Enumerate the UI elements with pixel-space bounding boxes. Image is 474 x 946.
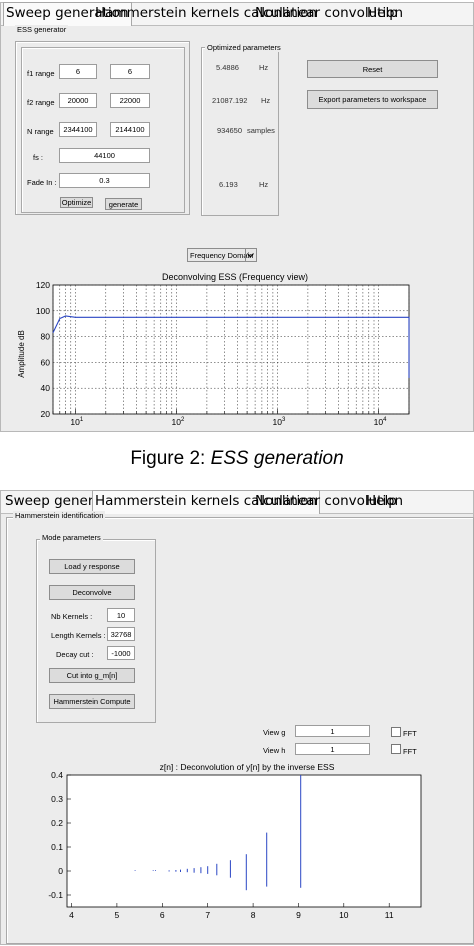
- f1-max-field[interactable]: 6: [110, 64, 150, 79]
- chart2-xtick-label: 6: [160, 910, 165, 920]
- chart1-xtick-label: 102: [172, 417, 185, 427]
- view-g-label: View g: [263, 728, 286, 737]
- chart1-plot-area: [52, 284, 410, 415]
- n-max-field[interactable]: 2144100: [110, 122, 150, 137]
- deconvolution-chart: z[n] : Deconvolution of y[n] by the inve…: [48, 762, 422, 920]
- optimize-button[interactable]: Optimize: [60, 197, 93, 208]
- chart1-xtick-exponent: 2: [181, 417, 185, 423]
- fs-label: fs :: [33, 153, 44, 162]
- chart1-ylabel: Amplitude dB: [17, 330, 26, 378]
- frequency-view-chart: Deconvolving ESS (Frequency view) Amplit…: [17, 272, 410, 427]
- chart2-title: z[n] : Deconvolution of y[n] by the inve…: [160, 762, 335, 772]
- figure2-caption-title: ESS generation: [210, 448, 344, 469]
- hammerstein-compute-button[interactable]: Hammerstein Compute: [49, 694, 135, 709]
- fft-g-label: FFT: [403, 729, 417, 738]
- opt-f1-unit: Hz: [259, 63, 269, 72]
- f2-range-label: f2 range: [27, 98, 55, 107]
- chart2-ytick-label: 0.1: [51, 842, 63, 852]
- hammerstein-window: Sweep generation Hammerstein kernels cal…: [0, 490, 474, 945]
- chart1-xtick-label: 103: [273, 417, 286, 427]
- fft-h-checkbox[interactable]: [391, 744, 401, 754]
- opt-f1-value: 5.4886: [216, 63, 239, 72]
- ess-generator-title: ESS generator: [15, 25, 69, 34]
- opt-f2-unit: Hz: [261, 96, 271, 105]
- chart2-xtick-label: 7: [205, 910, 210, 920]
- figure2-caption: Figure 2: ESS generation: [0, 448, 474, 470]
- view-h-field[interactable]: 1: [295, 743, 370, 755]
- fade-in-field[interactable]: 0.3: [59, 173, 150, 188]
- sweep-generation-window: Sweep generation Hammerstein kernels cal…: [0, 2, 474, 432]
- f2-max-field[interactable]: 22000: [110, 93, 150, 108]
- load-y-response-button[interactable]: Load y response: [49, 559, 135, 574]
- chart2-ytick-label: 0.4: [51, 770, 63, 780]
- chart2-ytick-label: 0.2: [51, 818, 63, 828]
- chart1-ytick-label: 60: [41, 357, 51, 367]
- chart2-ytick-label: 0.3: [51, 794, 63, 804]
- chart2-xtick-label: 10: [339, 910, 349, 920]
- cut-into-gm-button[interactable]: Cut into g_m[n]: [49, 668, 135, 683]
- opt-n-value: 934650: [217, 126, 243, 135]
- export-parameters-button[interactable]: Export parameters to workspace: [307, 90, 438, 109]
- chart1-ytick-label: 80: [41, 332, 51, 342]
- tab-help-2[interactable]: Help: [364, 491, 399, 512]
- tab-help[interactable]: Help: [365, 3, 400, 24]
- f2-min-field[interactable]: 20000: [59, 93, 97, 108]
- domain-dropdown[interactable]: Frequency Domain: [187, 248, 257, 262]
- chart1-xtick-exponent: 3: [282, 417, 286, 423]
- chart2-xtick-label: 9: [296, 910, 301, 920]
- chart2-xtick-label: 4: [69, 910, 74, 920]
- chart2-xtick-label: 11: [385, 910, 394, 920]
- opt-fade-unit: Hz: [259, 180, 269, 189]
- chart1-xtick-label: 101: [70, 417, 83, 427]
- chart2-xtick-label: 8: [251, 910, 256, 920]
- mode-parameters-title: Mode parameters: [40, 533, 103, 542]
- nb-kernels-label: Nb Kernels :: [51, 612, 93, 621]
- opt-f2-value: 21087.192: [212, 96, 248, 105]
- fs-field[interactable]: 44100: [59, 148, 150, 163]
- length-kernels-field[interactable]: 32768: [107, 627, 135, 641]
- figure2-caption-prefix: Figure 2:: [130, 448, 206, 469]
- chart1-ytick-label: 20: [41, 409, 51, 419]
- f1-min-field[interactable]: 6: [59, 64, 97, 79]
- deconvolve-button[interactable]: Deconvolve: [49, 585, 135, 600]
- chart2-xtick-label: 5: [115, 910, 120, 920]
- chart1-title: Deconvolving ESS (Frequency view): [162, 272, 308, 282]
- fade-in-label: Fade In :: [27, 178, 57, 187]
- opt-fade-value: 6.193: [219, 180, 238, 189]
- chart1-xtick-exponent: 4: [383, 417, 387, 423]
- chart2-ytick-label: 0: [58, 866, 63, 876]
- nb-kernels-field[interactable]: 10: [107, 608, 135, 622]
- view-h-label: View h: [263, 746, 286, 755]
- chart1-xtick-label: 104: [374, 417, 387, 427]
- n-min-field[interactable]: 2344100: [59, 122, 97, 137]
- chart2-plot-area: [66, 774, 422, 908]
- domain-dropdown-value: Frequency Domain: [190, 250, 254, 260]
- fft-h-label: FFT: [403, 747, 417, 756]
- n-range-label: N range: [27, 127, 54, 136]
- chart1-ytick-label: 40: [41, 383, 51, 393]
- chart1-ytick-label: 120: [36, 280, 50, 290]
- decay-cut-field[interactable]: -1000: [107, 646, 135, 660]
- opt-n-unit: samples: [247, 126, 275, 135]
- chart1-ytick-label: 100: [36, 306, 50, 316]
- f1-range-label: f1 range: [27, 69, 55, 78]
- length-kernels-label: Length Kernels :: [51, 631, 106, 640]
- decay-cut-label: Decay cut :: [56, 650, 94, 659]
- optimized-parameters-title: Optimized parameters: [205, 43, 283, 52]
- chart2-ytick-label: -0.1: [48, 890, 63, 900]
- hammerstein-identification-title: Hammerstein identification: [13, 511, 106, 520]
- reset-button[interactable]: Reset: [307, 60, 438, 78]
- chart1-xtick-exponent: 1: [80, 417, 84, 423]
- tab-bar: Sweep generation Hammerstein kernels cal…: [1, 2, 473, 26]
- chevron-down-icon: [245, 249, 255, 261]
- fft-g-checkbox[interactable]: [391, 727, 401, 737]
- view-g-field[interactable]: 1: [295, 725, 370, 737]
- generate-button[interactable]: generate: [105, 198, 142, 210]
